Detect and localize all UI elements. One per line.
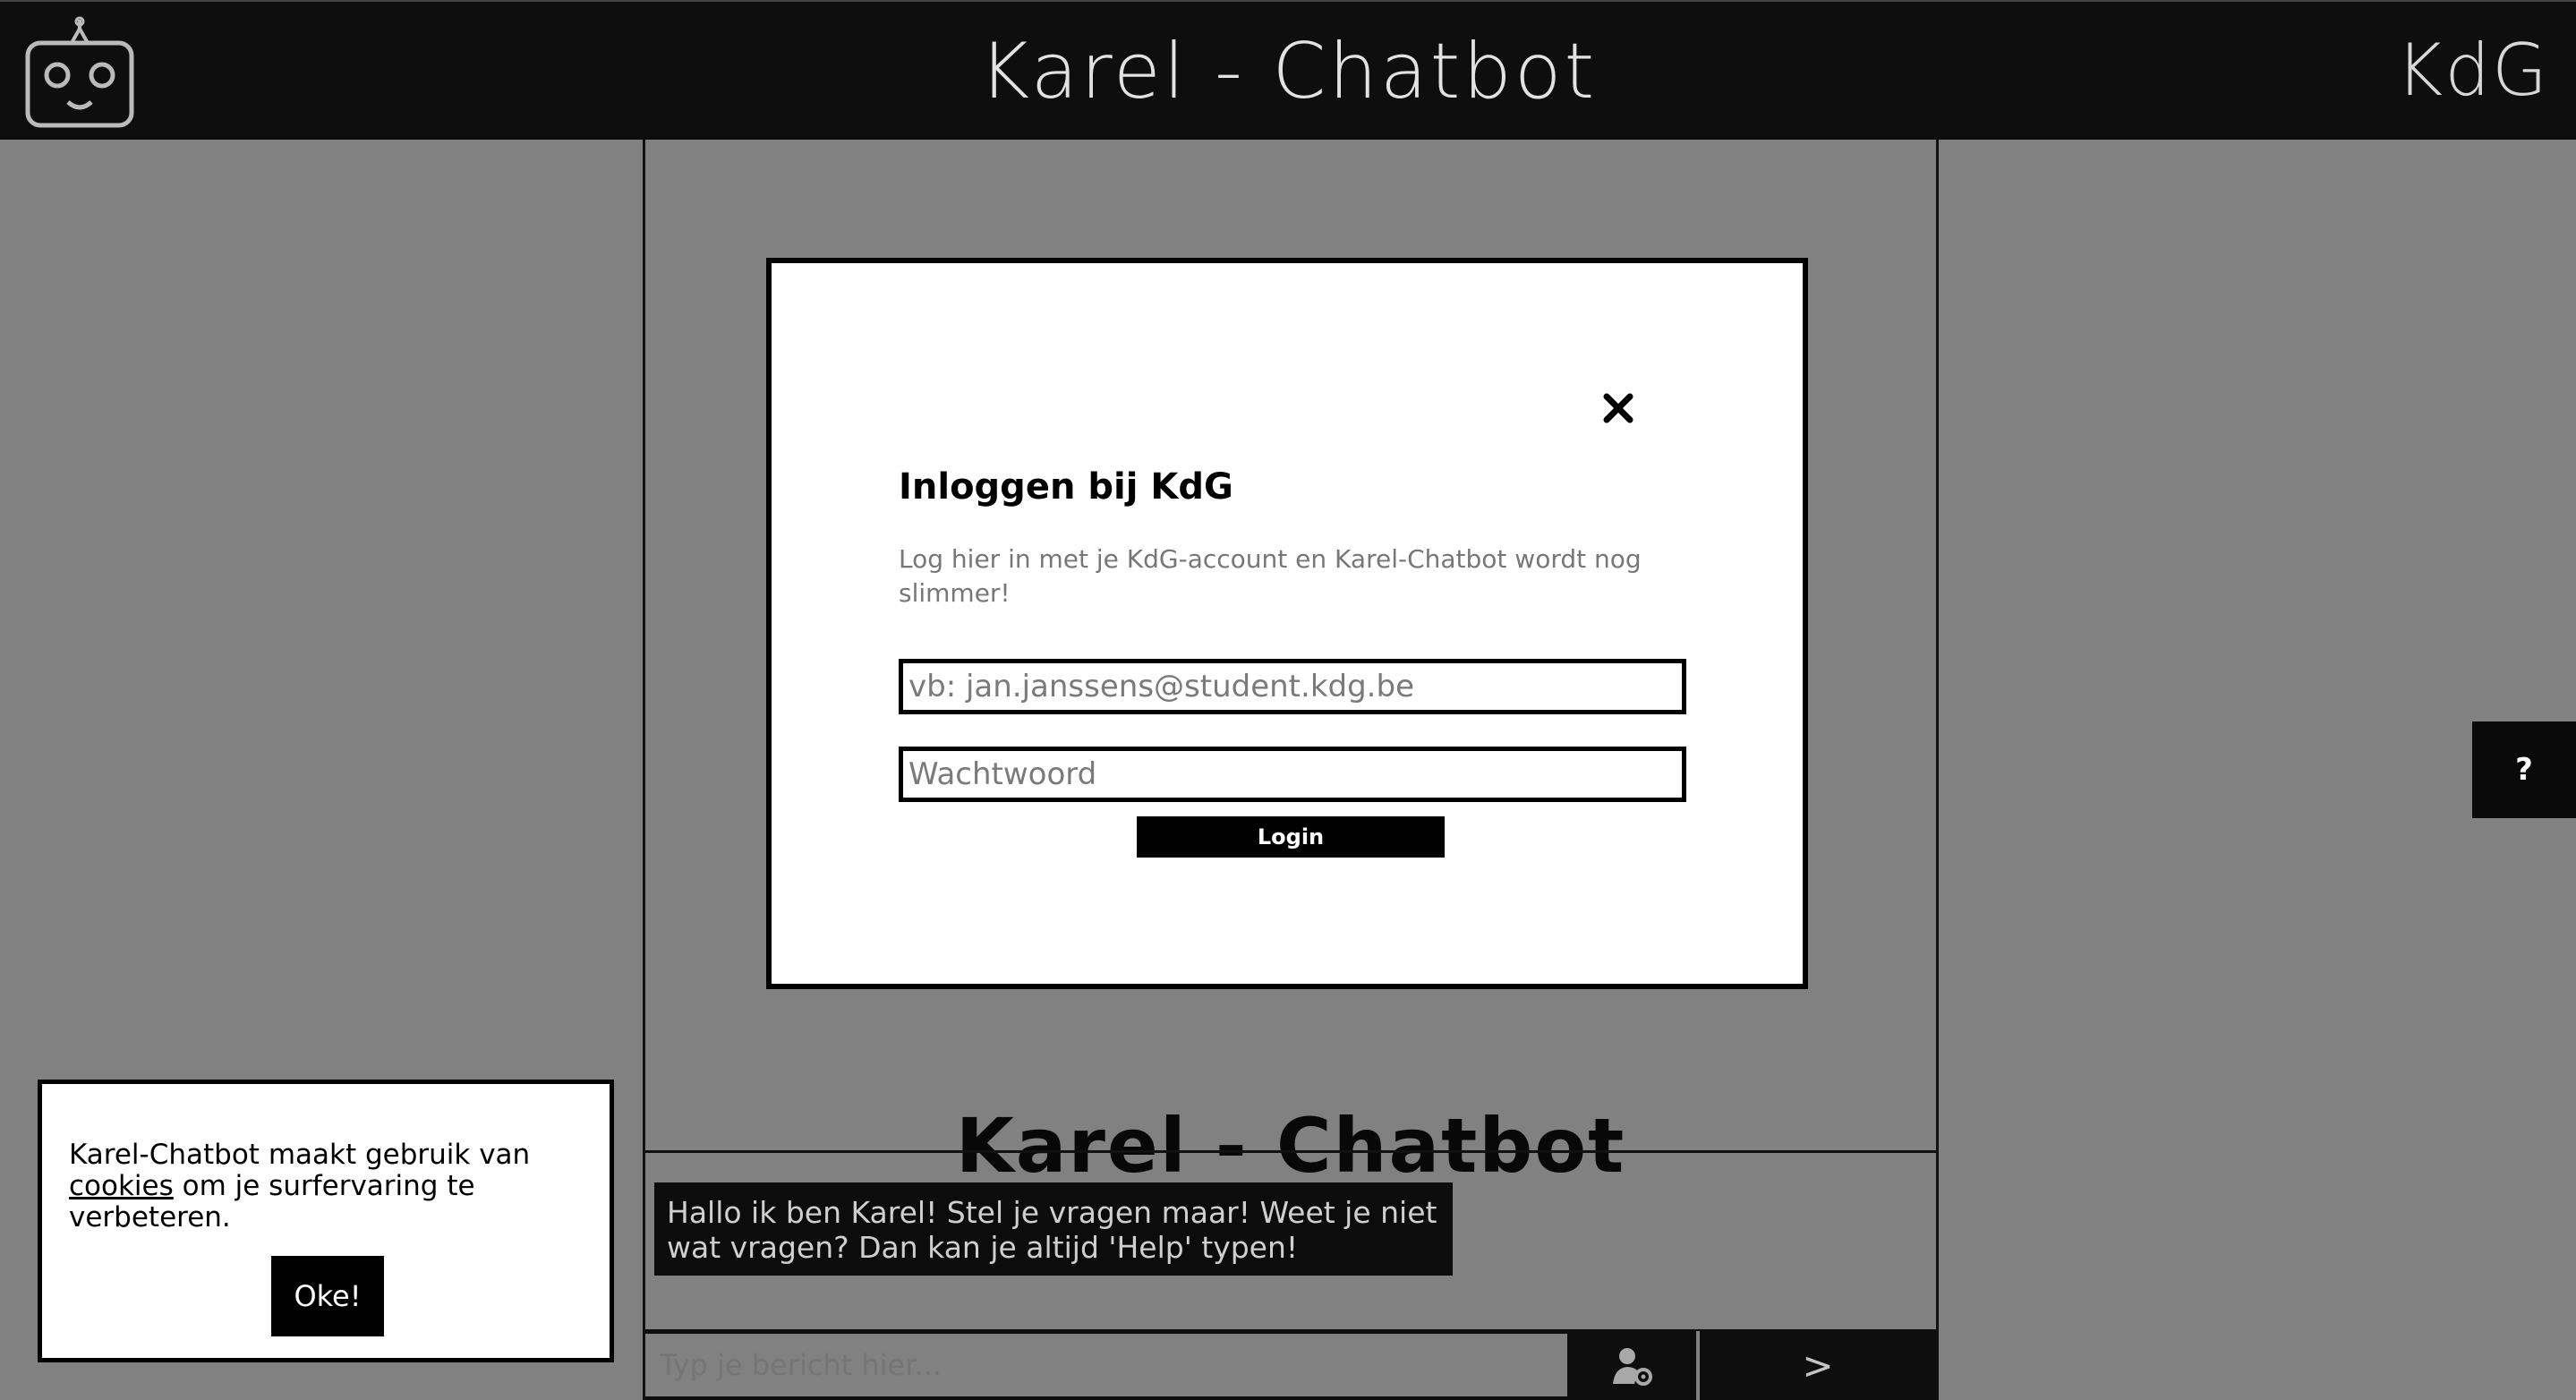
user-settings-icon (1613, 1347, 1652, 1386)
hero-title: Karel - Chatbot (955, 1102, 1626, 1190)
header-title: Karel - Chatbot (978, 27, 1598, 116)
cookie-text: Karel-Chatbot maakt gebruik van cookies … (69, 1140, 570, 1234)
cookie-accept-button[interactable]: Oke! (271, 1256, 384, 1336)
login-modal: Inloggen bij KdG Log hier in met je KdG-… (766, 258, 1808, 989)
cookie-text-before: Karel-Chatbot maakt gebruik van (69, 1139, 531, 1171)
chat-divider (645, 1150, 1936, 1153)
bot-message: Hallo ik ben Karel! Stel je vragen maar!… (654, 1182, 1453, 1276)
app-header: Karel - Chatbot KdG (0, 0, 2576, 140)
close-icon (1603, 393, 1633, 423)
email-field[interactable] (899, 659, 1686, 714)
cookie-banner: Karel-Chatbot maakt gebruik van cookies … (38, 1080, 614, 1362)
brand-logo: KdG (2395, 29, 2549, 112)
help-button[interactable]: ? (2472, 721, 2576, 818)
message-input[interactable] (645, 1334, 1567, 1396)
modal-title: Inloggen bij KdG (899, 466, 1233, 508)
send-button[interactable]: > (1700, 1331, 1936, 1400)
user-settings-button[interactable] (1569, 1331, 1696, 1400)
modal-description: Log hier in met je KdG-account en Karel-… (899, 544, 1642, 608)
close-button[interactable] (1597, 387, 1640, 430)
login-button[interactable]: Login (1137, 816, 1445, 858)
cookies-link[interactable]: cookies (69, 1170, 174, 1202)
password-field[interactable] (899, 747, 1686, 802)
